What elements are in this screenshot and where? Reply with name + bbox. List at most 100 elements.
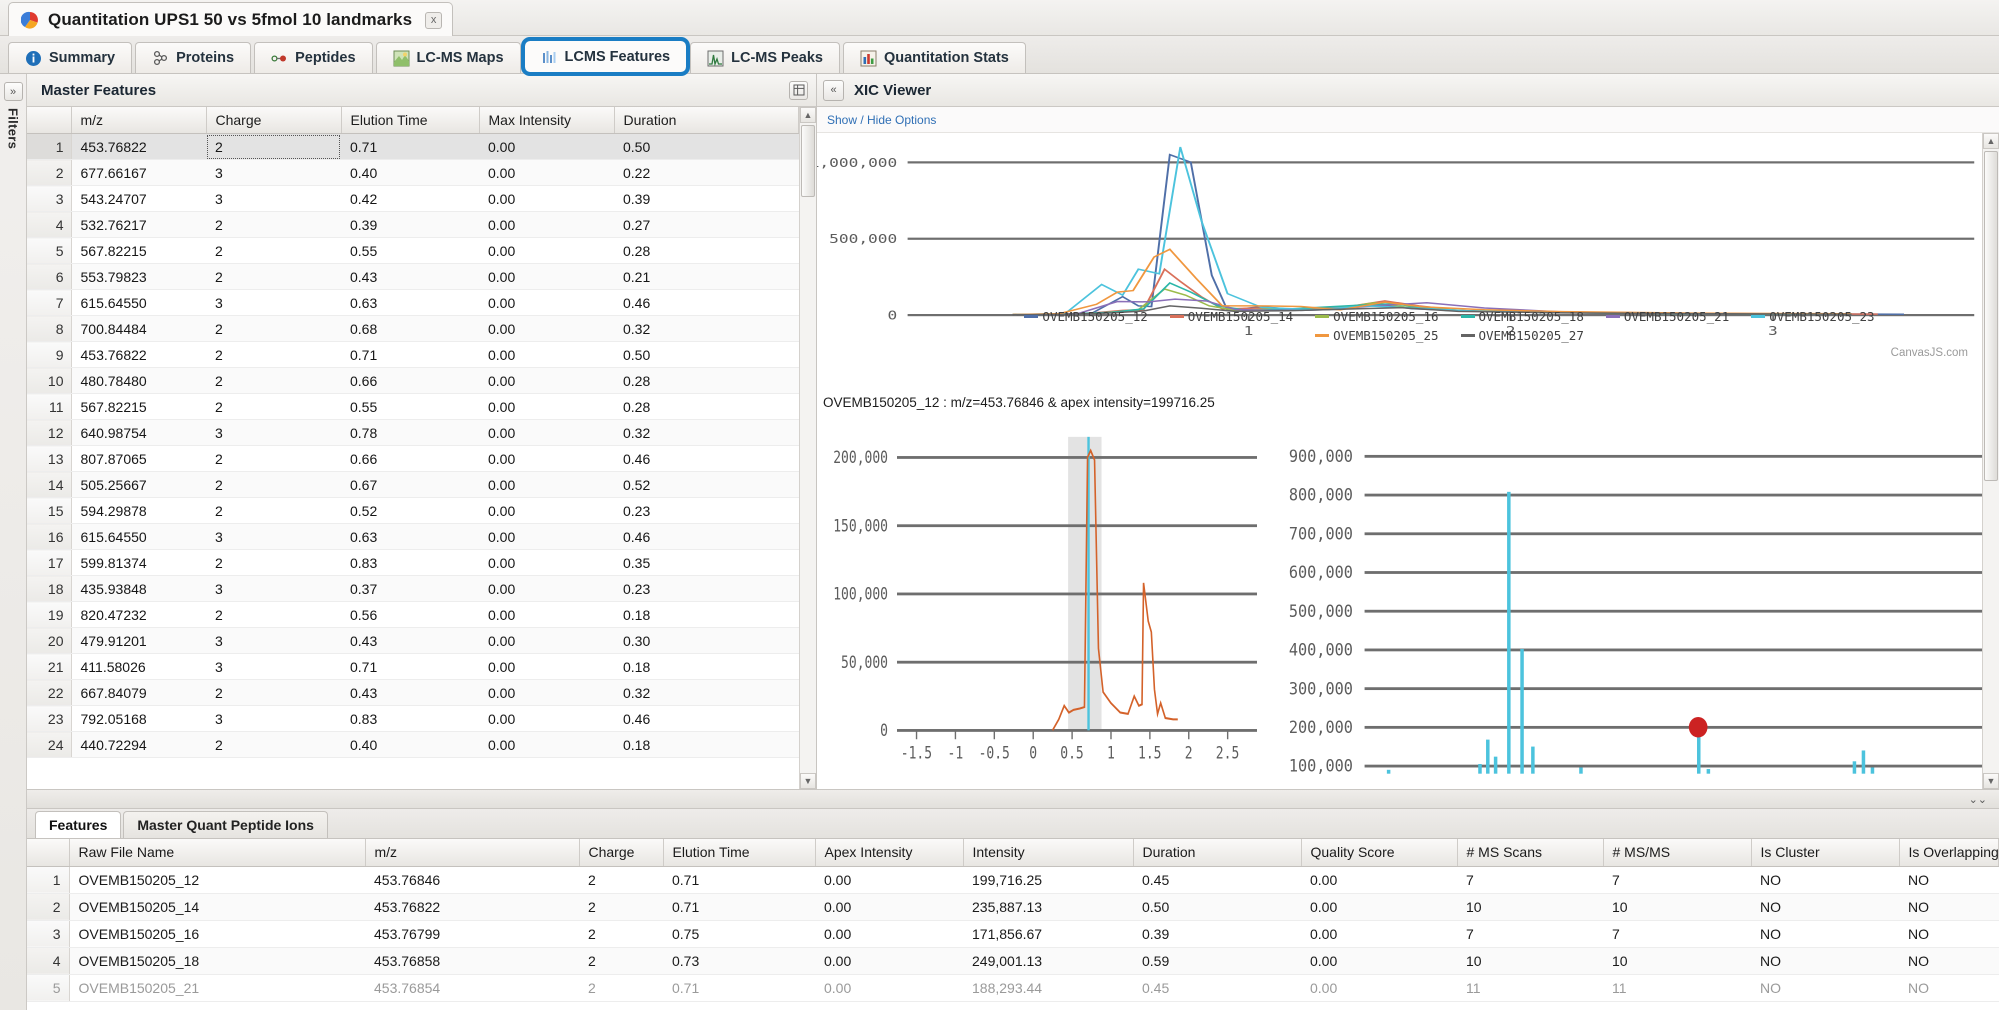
cell[interactable]: 792.05168 (71, 705, 206, 732)
cell[interactable]: 0.00 (479, 679, 614, 706)
cell[interactable]: 0.50 (614, 133, 799, 160)
col-rownum[interactable] (27, 839, 70, 867)
cell[interactable]: NO (1751, 866, 1899, 894)
cell[interactable]: 453.76822 (71, 341, 206, 368)
cell[interactable]: 0.00 (479, 653, 614, 680)
table-row[interactable]: 12 640.98754 3 0.78 0.00 0.32 (27, 419, 799, 446)
spectrum-peak[interactable] (1478, 764, 1482, 774)
row-number[interactable]: 5 (27, 974, 70, 1002)
cell[interactable]: 0.63 (341, 523, 479, 550)
cell[interactable]: 0.78 (341, 419, 479, 446)
row-number[interactable]: 3 (27, 920, 70, 948)
cell[interactable]: 0.00 (479, 315, 614, 342)
xic-vertical-scrollbar[interactable]: ▲ ▼ (1982, 133, 1999, 789)
cell[interactable]: 0.71 (341, 341, 479, 368)
cell[interactable]: 480.78480 (71, 367, 206, 394)
cell[interactable]: 0.18 (614, 731, 799, 758)
cell[interactable]: 0.52 (614, 471, 799, 498)
cell[interactable]: 10 (1457, 893, 1603, 921)
table-row[interactable]: 14 505.25667 2 0.67 0.00 0.52 (27, 471, 799, 498)
cell[interactable]: 567.82215 (71, 393, 206, 420)
table-row[interactable]: 16 615.64550 3 0.63 0.00 0.46 (27, 523, 799, 550)
highlighted-peak-marker[interactable] (1688, 717, 1708, 738)
cell[interactable]: 640.98754 (71, 419, 206, 446)
col-mz[interactable]: m/z (365, 839, 580, 867)
cell[interactable]: 2 (206, 237, 341, 264)
table-row[interactable]: 2 OVEMB150205_14 453.76822 2 0.71 0.00 235,887… (27, 893, 1999, 921)
cell[interactable]: 2 (579, 893, 663, 921)
col-is-cluster[interactable]: Is Cluster (1751, 839, 1900, 867)
row-number[interactable]: 10 (27, 367, 72, 394)
spectrum-peak[interactable] (1531, 746, 1535, 774)
col-quality-score[interactable]: Quality Score (1301, 839, 1458, 867)
cell[interactable]: 0.23 (614, 497, 799, 524)
scroll-down-icon[interactable]: ▼ (1983, 773, 1999, 789)
cell[interactable]: 0.46 (614, 523, 799, 550)
col-is-overlapping[interactable]: Is Overlapping (1899, 839, 1999, 867)
cell[interactable]: 2 (206, 263, 341, 290)
table-row[interactable]: 22 667.84079 2 0.43 0.00 0.32 (27, 679, 799, 706)
grid-settings-icon[interactable] (789, 80, 808, 100)
cell[interactable]: 3 (206, 523, 341, 550)
scrollbar-thumb[interactable] (801, 125, 815, 197)
cell[interactable]: 0.00 (1301, 893, 1457, 921)
cell[interactable]: 0.39 (341, 211, 479, 238)
legend-item[interactable]: OVEMB150205_16 (1315, 309, 1439, 324)
col-duration[interactable]: Duration (614, 107, 799, 134)
cell[interactable]: 807.87065 (71, 445, 206, 472)
cell[interactable]: 0.00 (815, 866, 963, 894)
cell[interactable]: 3 (206, 289, 341, 316)
cell[interactable]: 249,001.13 (963, 947, 1133, 975)
cell[interactable]: 0.00 (479, 341, 614, 368)
cell[interactable]: 0.00 (479, 445, 614, 472)
cell[interactable]: 0.00 (815, 893, 963, 921)
cell[interactable]: 2 (206, 133, 341, 160)
legend-item[interactable]: OVEMB150205_21 (1605, 309, 1729, 324)
cell[interactable]: 0.39 (614, 185, 799, 212)
cell[interactable]: NO (1899, 866, 1999, 894)
series-line[interactable] (1012, 248, 1852, 316)
cell[interactable]: 10 (1603, 893, 1751, 921)
cell[interactable]: 553.79823 (71, 263, 206, 290)
cell[interactable]: 0.28 (614, 367, 799, 394)
spectrum-peak[interactable] (1520, 649, 1524, 774)
cell[interactable]: 615.64550 (71, 523, 206, 550)
cell[interactable]: NO (1751, 947, 1899, 975)
row-number[interactable]: 2 (27, 159, 72, 186)
xic-detail-plot[interactable]: 0 50,000 100,000 150,000 200,000 -1.5 -1 -0.5 0 0… (817, 419, 1257, 789)
xic-overview-chart[interactable]: 0 500,000 1,000,000 1 2 3 OVEMB150205_12 OVEMB1… (810, 133, 1982, 393)
col-charge[interactable]: Charge (579, 839, 664, 867)
table-row[interactable]: 15 594.29878 2 0.52 0.00 0.23 (27, 497, 799, 524)
cell[interactable]: 0.00 (479, 393, 614, 420)
col-rownum[interactable] (27, 107, 72, 134)
cell[interactable]: 2 (206, 367, 341, 394)
table-row[interactable]: 8 700.84484 2 0.68 0.00 0.32 (27, 315, 799, 342)
cell[interactable]: 667.84079 (71, 679, 206, 706)
cell[interactable]: 0.71 (341, 133, 479, 160)
table-row[interactable]: 6 553.79823 2 0.43 0.00 0.21 (27, 263, 799, 290)
master-features-scrollbar[interactable]: ▲ ▼ (799, 107, 816, 789)
row-number[interactable]: 1 (27, 133, 72, 160)
spectrum-peak[interactable] (1386, 769, 1391, 774)
cell[interactable]: OVEMB150205_16 (69, 920, 365, 948)
series-line[interactable] (1012, 146, 1852, 316)
cell[interactable]: 0.32 (614, 315, 799, 342)
cell[interactable]: 0.45 (1133, 974, 1301, 1002)
row-number[interactable]: 24 (27, 731, 72, 758)
cell[interactable]: 0.00 (479, 549, 614, 576)
cell[interactable]: 7 (1457, 920, 1603, 948)
cell[interactable]: 11 (1457, 974, 1603, 1002)
cell[interactable]: 435.93848 (71, 575, 206, 602)
table-row[interactable]: 1 OVEMB150205_12 453.76846 2 0.71 0.00 199,716… (27, 866, 1999, 894)
tab-peptides[interactable]: Peptides (254, 42, 373, 73)
cell[interactable]: NO (1751, 974, 1899, 1002)
cell[interactable]: 0.75 (663, 920, 815, 948)
table-row[interactable]: 18 435.93848 3 0.37 0.00 0.23 (27, 575, 799, 602)
row-number[interactable]: 5 (27, 237, 72, 264)
legend-item[interactable]: OVEMB150205_27 (1460, 328, 1584, 343)
collapse-panel-button[interactable]: « (823, 79, 844, 101)
table-row[interactable]: 3 OVEMB150205_16 453.76799 2 0.75 0.00 171,856… (27, 920, 1999, 948)
cell[interactable]: 2 (579, 947, 663, 975)
cell[interactable]: 3 (206, 705, 341, 732)
cell[interactable]: 188,293.44 (963, 974, 1133, 1002)
